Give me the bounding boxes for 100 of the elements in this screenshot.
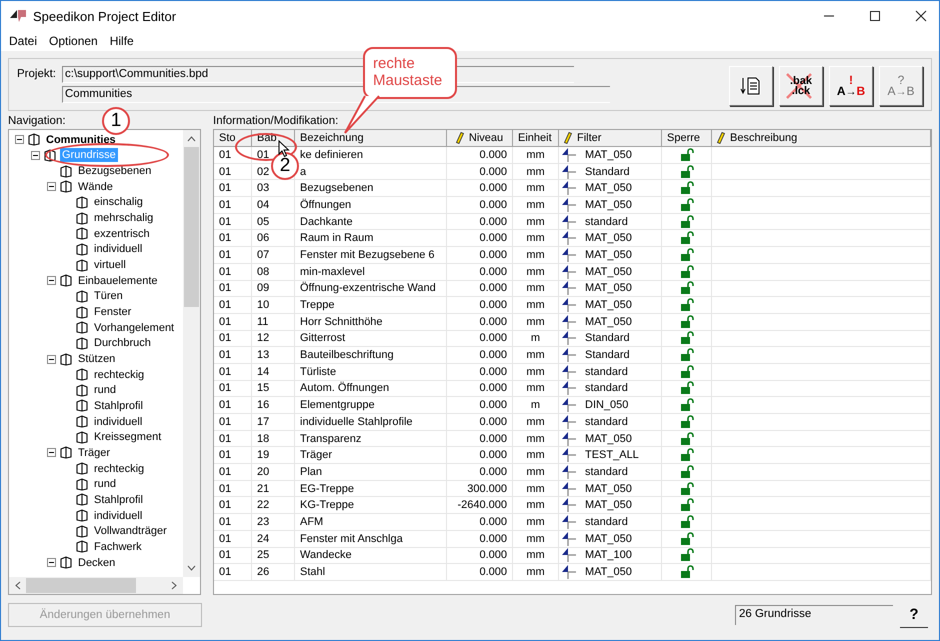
table-cell: Türliste <box>295 364 447 381</box>
table-cell: 01 <box>214 330 252 348</box>
table-cell: Horr Schnitthöhe <box>295 314 447 331</box>
tree-item[interactable]: rechteckig <box>92 368 146 382</box>
tree-item[interactable]: Bezugsebenen <box>76 164 154 178</box>
import-button[interactable] <box>729 66 773 106</box>
lock-icon[interactable] <box>680 381 694 396</box>
menu-item[interactable]: Datei <box>9 34 38 48</box>
table-cell: 05 <box>252 214 295 230</box>
lock-icon[interactable] <box>680 532 694 546</box>
table-cell: MAT_050 <box>585 282 632 294</box>
collapse-toggle-icon[interactable] <box>47 354 56 364</box>
tree-item[interactable]: Stahlprofil <box>92 398 145 413</box>
column-header[interactable]: Niveau <box>447 130 513 147</box>
table-cell: 01 <box>214 380 252 398</box>
tree-item[interactable]: Decken <box>76 556 118 570</box>
tree-item[interactable]: Communities <box>44 132 118 147</box>
table-cell: mm <box>513 364 559 381</box>
lock-icon[interactable] <box>680 181 694 196</box>
menu-item[interactable]: Hilfe <box>110 34 134 48</box>
scroll-left-icon[interactable] <box>15 581 21 590</box>
lock-icon[interactable] <box>680 464 694 479</box>
table-cell: 0.000 <box>447 397 513 414</box>
maximize-icon[interactable] <box>869 10 881 22</box>
lock-icon[interactable] <box>680 482 694 496</box>
transfer-button[interactable]: ! A→B <box>829 66 873 106</box>
lock-icon[interactable] <box>680 498 694 512</box>
tree-item[interactable]: Türen <box>92 289 125 304</box>
lock-icon[interactable] <box>680 331 694 346</box>
tree-item[interactable]: Wände <box>76 180 115 194</box>
lock-icon[interactable] <box>680 514 694 529</box>
table-cell: 0.000 <box>447 247 513 264</box>
tree-item[interactable]: mehrschalig <box>92 211 156 226</box>
tree-item[interactable]: Fenster <box>92 305 134 320</box>
tree-item[interactable]: Einbauelemente <box>76 274 160 288</box>
lock-icon[interactable] <box>680 432 694 446</box>
table-cell: 15 <box>252 380 295 398</box>
lock-icon[interactable] <box>680 248 694 262</box>
lock-icon[interactable] <box>680 414 694 429</box>
scroll-right-icon[interactable] <box>171 581 177 590</box>
table-cell: MAT_050 <box>585 182 632 194</box>
lock-icon[interactable] <box>680 298 694 312</box>
lock-icon[interactable] <box>680 281 694 296</box>
table-cell: mm <box>513 548 559 564</box>
table-cell: standard <box>585 466 628 478</box>
collapse-toggle-icon[interactable] <box>31 150 40 160</box>
tree-item[interactable]: Träger <box>76 446 112 460</box>
scroll-down-icon[interactable] <box>187 565 196 571</box>
lock-icon[interactable] <box>680 314 694 329</box>
lock-icon[interactable] <box>680 398 694 412</box>
collapse-toggle-icon[interactable] <box>47 448 56 458</box>
horizontal-scrollbar[interactable] <box>9 577 183 594</box>
table-cell: Bezugsebenen <box>295 180 447 198</box>
collapse-toggle-icon[interactable] <box>47 276 56 286</box>
menu-item[interactable]: Optionen <box>49 34 98 48</box>
table-cell: 01 <box>214 480 252 498</box>
column-header[interactable]: Beschreibung <box>712 130 931 147</box>
collapse-toggle-icon[interactable] <box>47 558 56 568</box>
lock-icon[interactable] <box>680 214 694 229</box>
tree-item[interactable]: rechteckig <box>92 462 146 476</box>
tree-item[interactable]: einschalig <box>92 195 145 210</box>
column-header[interactable]: Einheit <box>513 130 559 147</box>
lock-icon[interactable] <box>680 364 694 379</box>
column-header[interactable]: Sto <box>214 130 252 147</box>
lock-icon[interactable] <box>680 231 694 246</box>
lock-icon[interactable] <box>680 448 694 462</box>
close-icon[interactable] <box>915 10 927 22</box>
lock-icon[interactable] <box>680 264 694 279</box>
tree-item[interactable]: rund <box>92 383 118 398</box>
filter-icon <box>561 514 577 529</box>
collapse-toggle-icon[interactable] <box>15 135 24 144</box>
lock-icon[interactable] <box>680 164 694 179</box>
tree-item[interactable]: Durchbruch <box>92 336 153 350</box>
table-cell: 01 <box>214 264 252 280</box>
tree-item[interactable]: exzentrisch <box>92 226 152 241</box>
tree-item[interactable]: individuell <box>92 508 144 523</box>
tree-item[interactable]: Kreissegment <box>92 430 164 444</box>
lock-icon[interactable] <box>680 565 694 580</box>
tree-item[interactable]: virtuell <box>92 258 128 272</box>
tree-item[interactable]: rund <box>92 477 118 492</box>
vertical-scrollbar[interactable] <box>183 130 200 577</box>
scroll-up-icon[interactable] <box>187 136 196 142</box>
filter-icon <box>561 214 577 229</box>
tree-item[interactable]: individuell <box>92 242 144 256</box>
column-header[interactable]: Bezeichnung <box>295 130 447 147</box>
tree-item[interactable]: Vorhangelement <box>92 320 176 335</box>
tree-item[interactable]: Stahlprofil <box>92 492 145 507</box>
lock-icon[interactable] <box>680 548 694 562</box>
column-header[interactable]: Filter <box>559 130 662 147</box>
tree-item[interactable]: individuell <box>92 414 144 429</box>
tree-item[interactable]: Fachwerk <box>92 540 144 554</box>
backup-button[interactable]: .bak .lck <box>779 66 823 106</box>
column-header[interactable]: Sperre <box>662 130 712 147</box>
collapse-toggle-icon[interactable] <box>47 182 56 192</box>
lock-icon[interactable] <box>680 148 694 162</box>
table-cell: Öffnung-exzentrische Wand <box>295 280 447 298</box>
tree-item[interactable]: Stützen <box>76 352 118 366</box>
tree-item[interactable]: Vollwandträger <box>92 524 169 538</box>
lock-icon[interactable] <box>680 348 694 362</box>
lock-icon[interactable] <box>680 198 694 212</box>
